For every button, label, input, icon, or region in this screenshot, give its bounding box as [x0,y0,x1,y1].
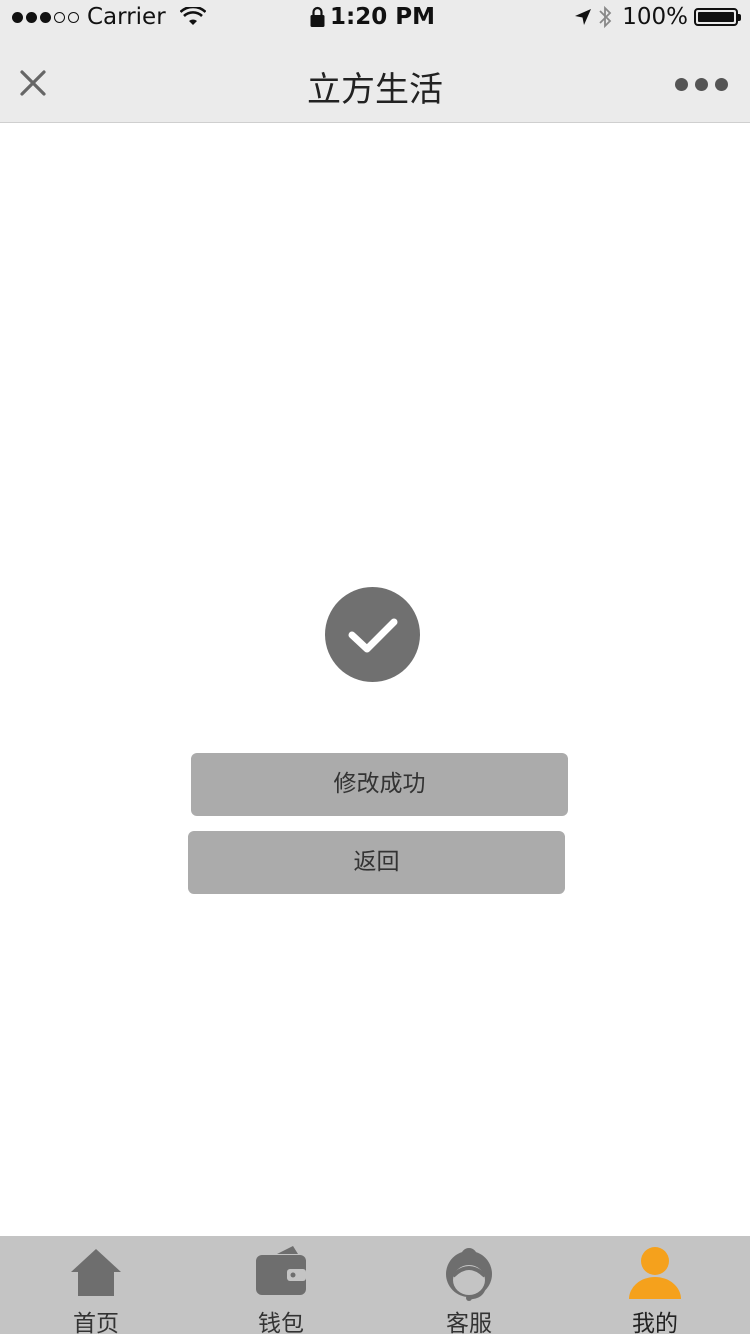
lock-icon [310,6,325,27]
more-button[interactable] [675,78,728,91]
clock: 1:20 PM [330,4,435,30]
customer-service-icon [446,1248,492,1301]
back-button[interactable]: 返回 [188,831,565,894]
carrier-name: Carrier [87,4,166,30]
tab-mine-label: 我的 [632,1311,678,1337]
location-arrow-icon [575,9,592,25]
tab-customer-service-label: 客服 [446,1311,492,1337]
more-icon [675,78,688,91]
user-icon [629,1247,681,1299]
tab-mine[interactable]: 我的 [595,1236,715,1337]
bluetooth-icon [599,5,612,29]
battery-icon [694,8,741,26]
status-center: 1:20 PM [310,4,435,30]
wifi-icon [179,7,206,25]
signal-strength-icon [12,11,79,23]
home-icon [71,1249,121,1296]
check-circle-icon [325,587,420,682]
nav-bar: 立方生活 [0,40,750,123]
status-right: 100% [574,4,741,30]
status-bar: Carrier 1:20 PM 100% [0,0,750,40]
tab-wallet-label: 钱包 [258,1311,304,1337]
battery-percent: 100% [622,4,688,30]
tab-wallet[interactable]: 钱包 [221,1236,341,1337]
page-title: 立方生活 [307,70,443,110]
status-left: Carrier [12,4,206,30]
wallet-icon [256,1246,306,1295]
tab-home[interactable]: 首页 [36,1236,156,1337]
tab-bar: 首页 钱包 客服 我的 [0,1236,750,1337]
success-message-button: 修改成功 [191,753,568,816]
tab-customer-service[interactable]: 客服 [409,1236,529,1337]
tab-home-label: 首页 [73,1311,119,1337]
